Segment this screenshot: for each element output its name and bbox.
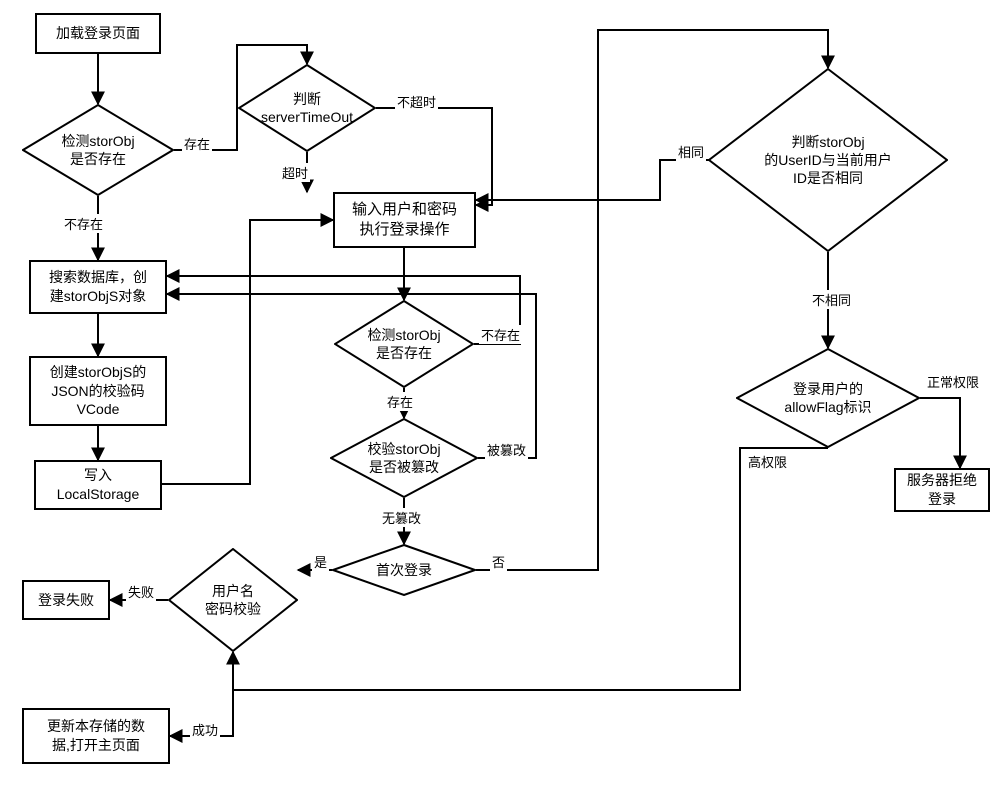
node-create-storobjs-json-vcode: 创建storObjS的JSON的校验码VCode xyxy=(29,356,167,426)
edge-label-high-perm: 高权限 xyxy=(746,452,789,471)
node-load-login-page: 加载登录页面 xyxy=(35,13,161,54)
edge-label-tampered: 被篡改 xyxy=(485,440,528,459)
label: 登录用户的allowFlag标识 xyxy=(736,348,920,448)
node-judge-server-timeout: 判断serverTimeOut xyxy=(238,64,376,152)
edge-label-not-exists-2: 不存在 xyxy=(479,325,522,344)
node-check-storobj-exists-1: 检测storObj是否存在 xyxy=(22,104,174,196)
edge-label-not-exists-1: 不存在 xyxy=(62,214,105,233)
node-first-login: 首次登录 xyxy=(332,544,476,596)
edge-label-exists: 存在 xyxy=(182,134,212,153)
node-verify-storobj-tampered: 校验storObj是否被篡改 xyxy=(330,418,478,498)
edge-label-not-same: 不相同 xyxy=(810,290,853,309)
edge-label-no: 否 xyxy=(490,552,507,571)
node-judge-userid-same: 判断storObj的UserID与当前用户ID是否相同 xyxy=(708,68,948,252)
edge-label-normal-perm: 正常权限 xyxy=(925,372,981,391)
edge-label-same: 相同 xyxy=(676,142,706,161)
edge-label-fail: 失败 xyxy=(126,582,156,601)
edge-label-not-timeout: 不超时 xyxy=(395,92,438,111)
edge-label-exists-2: 存在 xyxy=(385,392,415,411)
node-user-pwd-verify: 用户名密码校验 xyxy=(168,548,298,652)
label: 用户名密码校验 xyxy=(168,548,298,652)
label: 校验storObj是否被篡改 xyxy=(330,418,478,498)
node-login-user-allowflag: 登录用户的allowFlag标识 xyxy=(736,348,920,448)
node-update-local-open-main: 更新本存储的数据,打开主页面 xyxy=(22,708,170,764)
node-server-reject-login: 服务器拒绝登录 xyxy=(894,468,990,512)
node-login-failed: 登录失败 xyxy=(22,580,110,620)
label: 检测storObj是否存在 xyxy=(334,300,474,388)
label: 判断serverTimeOut xyxy=(238,64,376,152)
label: 判断storObj的UserID与当前用户ID是否相同 xyxy=(708,68,948,252)
node-write-localstorage: 写入LocalStorage xyxy=(34,460,162,510)
node-input-user-pwd-login: 输入用户和密码执行登录操作 xyxy=(333,192,476,248)
label: 首次登录 xyxy=(332,544,476,596)
flowchart-canvas: 加载登录页面 检测storObj是否存在 搜索数据库，创建storObjS对象 … xyxy=(0,0,1000,792)
node-search-db-create-storobjs: 搜索数据库，创建storObjS对象 xyxy=(29,260,167,314)
label: 检测storObj是否存在 xyxy=(22,104,174,196)
edge-label-yes: 是 xyxy=(312,552,329,571)
edge-label-timeout: 超时 xyxy=(280,163,310,182)
node-check-storobj-exists-2: 检测storObj是否存在 xyxy=(334,300,474,388)
edge-label-not-tampered: 无篡改 xyxy=(380,508,423,527)
edge-label-success: 成功 xyxy=(190,720,220,739)
